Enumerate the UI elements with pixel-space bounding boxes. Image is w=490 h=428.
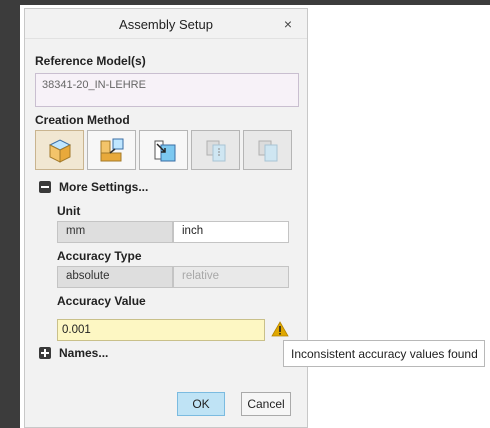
- box-3d-icon: [48, 139, 71, 163]
- unit-option-inch[interactable]: inch: [173, 221, 289, 243]
- reference-models-field[interactable]: 38341-20_IN-LEHRE: [35, 73, 299, 107]
- creation-method-button-1[interactable]: [35, 130, 84, 170]
- more-settings-label: More Settings...: [59, 180, 149, 194]
- split-blue-icon: [154, 140, 175, 162]
- warning-tooltip: Inconsistent accuracy values found: [283, 340, 485, 367]
- dialog-title: Assembly Setup: [119, 17, 213, 32]
- unit-toggle: mm inch: [57, 221, 289, 243]
- accuracy-type-option-relative[interactable]: relative: [173, 266, 289, 288]
- creation-method-button-4[interactable]: [191, 130, 240, 170]
- accuracy-type-toggle: absolute relative: [57, 266, 289, 288]
- unit-option-mm[interactable]: mm: [57, 221, 173, 243]
- creation-method-button-5[interactable]: [243, 130, 292, 170]
- layered-disabled-icon: [206, 140, 225, 162]
- accuracy-type-option-absolute[interactable]: absolute: [57, 266, 173, 288]
- expand-plus-icon: [39, 347, 51, 359]
- unit-label: Unit: [57, 204, 81, 218]
- collapse-minus-icon: [39, 181, 51, 193]
- background-left-panel: [0, 0, 20, 428]
- more-settings-toggle[interactable]: More Settings...: [39, 180, 148, 194]
- reference-model-value: 38341-20_IN-LEHRE: [42, 79, 146, 91]
- cancel-button[interactable]: Cancel: [241, 392, 291, 416]
- accuracy-type-label: Accuracy Type: [57, 249, 142, 263]
- names-label: Names...: [59, 346, 109, 360]
- ok-button[interactable]: OK: [177, 392, 225, 416]
- creation-method-label: Creation Method: [35, 113, 130, 127]
- dialog-titlebar[interactable]: Assembly Setup ×: [25, 9, 307, 39]
- names-toggle[interactable]: Names...: [39, 346, 108, 360]
- creation-method-buttons: [35, 130, 299, 170]
- close-icon[interactable]: ×: [279, 15, 297, 33]
- box-disabled-icon: [258, 140, 277, 162]
- accuracy-value-text: 0.001: [62, 324, 91, 336]
- reference-models-label: Reference Model(s): [35, 54, 146, 68]
- background-topbar: [0, 0, 490, 5]
- accuracy-value-input[interactable]: 0.001: [57, 319, 265, 341]
- l-shape-icon: [100, 138, 123, 162]
- creation-method-button-3[interactable]: [139, 130, 188, 170]
- creation-method-button-2[interactable]: [87, 130, 136, 170]
- assembly-setup-dialog: Assembly Setup × Reference Model(s) 3834…: [24, 8, 308, 428]
- warning-icon[interactable]: [271, 321, 289, 337]
- accuracy-value-label: Accuracy Value: [57, 294, 146, 308]
